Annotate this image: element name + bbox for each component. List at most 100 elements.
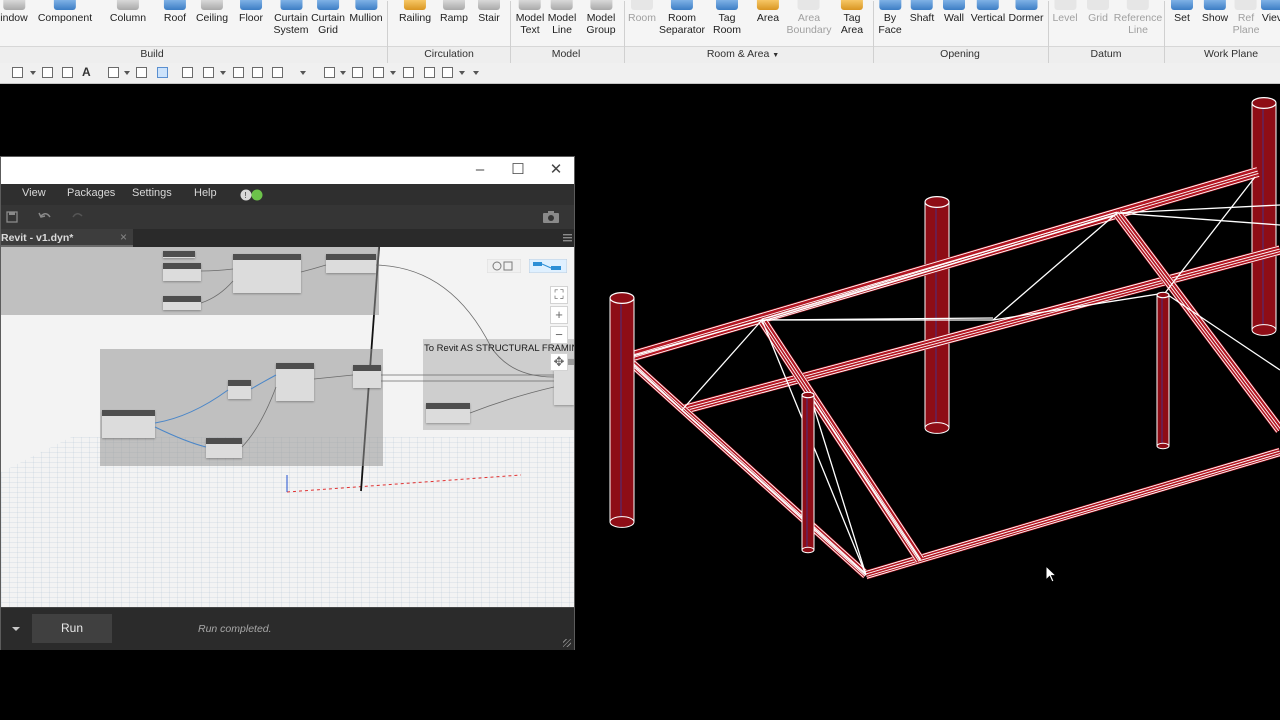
graph-node[interactable]: [163, 251, 195, 258]
graph-node[interactable]: [353, 365, 381, 388]
ribbon-button-model-line[interactable]: Model Line: [548, 0, 576, 46]
ribbon-button-model-text[interactable]: Model Text: [516, 0, 544, 46]
ribbon-button-area-boundary[interactable]: Area Boundary: [787, 0, 831, 46]
run-button[interactable]: Run: [32, 614, 112, 643]
level-icon: [1053, 0, 1076, 10]
zoom-extents-icon[interactable]: ⛶: [550, 286, 568, 304]
graph-node[interactable]: [163, 296, 201, 310]
ribbon-button-component[interactable]: Component: [38, 0, 92, 46]
ribbon-button-floor[interactable]: Floor: [239, 0, 263, 46]
3d-view-icon[interactable]: [108, 67, 119, 78]
panel-room-area[interactable]: Room & Area ▼: [707, 48, 779, 60]
close-button[interactable]: ✕: [537, 157, 575, 184]
resize-grip[interactable]: [563, 639, 571, 647]
redo-icon[interactable]: [71, 211, 85, 223]
run-mode-dropdown[interactable]: [12, 627, 20, 631]
graph-node[interactable]: [228, 380, 251, 399]
settings-icon[interactable]: [272, 67, 283, 78]
thin-lines-icon[interactable]: [157, 67, 168, 78]
ribbon-button-railing[interactable]: Railing: [399, 0, 431, 46]
ribbon-button-level[interactable]: Level: [1052, 0, 1078, 46]
geometry-view-icon[interactable]: [487, 259, 521, 273]
ribbon-button-label: Show: [1201, 12, 1229, 24]
ribbon-button-column[interactable]: Column: [110, 0, 146, 46]
notification-icon[interactable]: !: [240, 189, 264, 201]
chevron-down-icon[interactable]: [220, 71, 226, 75]
ribbon-button-roof[interactable]: Roof: [164, 0, 186, 46]
ribbon-button-room-separator[interactable]: Room Separator: [659, 0, 705, 46]
ribbon-button-set[interactable]: Set: [1171, 0, 1193, 46]
graph-node[interactable]: [233, 254, 301, 293]
customize-toolbar-icon[interactable]: [473, 71, 479, 75]
ribbon-button-ceiling[interactable]: Ceiling: [196, 0, 228, 46]
ribbon-button-by-face[interactable]: By Face: [878, 0, 902, 46]
graph-node[interactable]: [206, 438, 242, 458]
undo-icon[interactable]: [38, 211, 52, 223]
ribbon-button-area[interactable]: Area: [757, 0, 779, 46]
ribbon-button-vertical[interactable]: Vertical: [971, 0, 1005, 46]
sync-icon[interactable]: [233, 67, 244, 78]
close-hidden-icon[interactable]: [182, 67, 193, 78]
chevron-down-icon[interactable]: [300, 71, 306, 75]
zoom-out-icon[interactable]: −: [550, 326, 568, 344]
minimize-button[interactable]: –: [461, 157, 499, 184]
ribbon-button-viev[interactable]: Viev: [1261, 0, 1280, 46]
revit-3d-view[interactable]: [576, 84, 1280, 720]
graph-node[interactable]: [163, 263, 201, 281]
ribbon-button-mullion[interactable]: Mullion: [349, 0, 383, 46]
graph-node[interactable]: [426, 403, 470, 423]
dynamo-canvas[interactable]: To Revit AS STRUCTURAL FRAMING ⛶ + − ✥: [1, 247, 574, 607]
menu-view[interactable]: View: [22, 187, 46, 199]
ribbon-button-model-group[interactable]: Model Group: [586, 0, 616, 46]
ribbon-button-curtain-system[interactable]: Curtain System: [273, 0, 309, 46]
zoom-in-icon[interactable]: +: [550, 306, 568, 324]
ribbon-button-dormer[interactable]: Dormer: [1008, 0, 1044, 46]
visibility-icon[interactable]: [352, 67, 363, 78]
menu-settings[interactable]: Settings: [132, 187, 172, 199]
pan-icon[interactable]: ✥: [550, 353, 568, 371]
ribbon-button-shaft[interactable]: Shaft: [910, 0, 934, 46]
ribbon-button-show[interactable]: Show: [1202, 0, 1228, 46]
python-icon[interactable]: [373, 67, 384, 78]
graph-node[interactable]: [276, 363, 314, 401]
ribbon-button-reference-line[interactable]: Reference Line: [1114, 0, 1162, 46]
chevron-down-icon[interactable]: [390, 71, 396, 75]
camera-icon[interactable]: [542, 210, 560, 223]
close-icon[interactable]: ×: [120, 230, 127, 244]
switch-windows-icon[interactable]: [203, 67, 214, 78]
graph-view-icon[interactable]: [529, 259, 567, 273]
ribbon-button-curtain-grid[interactable]: Curtain Grid: [311, 0, 345, 46]
dimension-icon[interactable]: [62, 67, 73, 78]
menu-icon[interactable]: [563, 234, 572, 242]
graph-node[interactable]: [102, 410, 155, 438]
dynamo-title-bar[interactable]: – ☐ ✕: [1, 157, 574, 184]
menu-help[interactable]: Help: [194, 187, 217, 199]
chevron-down-icon[interactable]: [30, 71, 36, 75]
text-icon[interactable]: A: [82, 65, 93, 79]
ribbon-button-tag-area[interactable]: Tag Area: [841, 0, 863, 46]
link-icon[interactable]: [403, 67, 414, 78]
ribbon-button-room[interactable]: Room: [628, 0, 656, 46]
workset-icon[interactable]: [252, 67, 263, 78]
measure-icon[interactable]: [42, 67, 53, 78]
ribbon-button-ramp[interactable]: Ramp: [440, 0, 468, 46]
section-icon[interactable]: [136, 67, 147, 78]
maximize-button[interactable]: ☐: [499, 157, 537, 184]
ribbon-button-tag-room[interactable]: Tag Room: [713, 0, 741, 46]
ribbon-button-indow[interactable]: indow: [0, 0, 28, 46]
graph-node[interactable]: [326, 254, 376, 273]
save-icon[interactable]: [6, 211, 18, 223]
ribbon-button-ref-plane[interactable]: Ref Plane: [1233, 0, 1259, 46]
ribbon-button-grid[interactable]: Grid: [1087, 0, 1109, 46]
tab-revit-v1[interactable]: Revit - v1.dyn* ×: [1, 229, 133, 247]
view-cube-icon[interactable]: [442, 67, 453, 78]
properties-icon[interactable]: [324, 67, 335, 78]
menu-packages[interactable]: Packages: [67, 187, 115, 199]
chevron-down-icon[interactable]: [459, 71, 465, 75]
ribbon-button-stair[interactable]: Stair: [478, 0, 500, 46]
align-icon[interactable]: [12, 67, 23, 78]
tag-icon[interactable]: [424, 67, 435, 78]
ribbon-button-wall[interactable]: Wall: [943, 0, 965, 46]
chevron-down-icon[interactable]: [124, 71, 130, 75]
chevron-down-icon[interactable]: [340, 71, 346, 75]
